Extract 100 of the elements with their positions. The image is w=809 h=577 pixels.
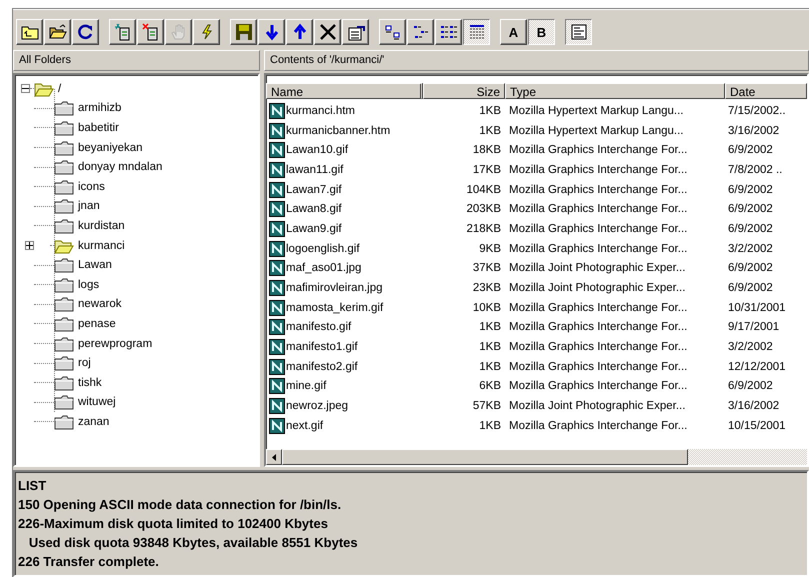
folder-name[interactable]: tishk (78, 376, 102, 389)
file-date: 9/17/2001 (727, 321, 780, 334)
file-name[interactable]: manifesto.gif (286, 321, 352, 334)
file-name[interactable]: newroz.jpeg (286, 400, 348, 412)
file-date: 6/9/2002 (727, 203, 774, 216)
folder-icon (54, 100, 74, 116)
file-type: Mozilla Hypertext Markup Langu... (508, 124, 684, 137)
column-header[interactable]: Type (505, 83, 725, 99)
file-name[interactable]: Lawan7.gif (286, 184, 342, 196)
file-date: 7/8/2002 .. (727, 164, 784, 176)
log-line: LIST (18, 477, 48, 495)
file-icon (269, 280, 285, 296)
file-name[interactable]: logoenglish.gif (286, 242, 360, 255)
folder-icon (54, 218, 74, 234)
left-arrow-icon[interactable] (272, 454, 276, 460)
toolbar-button[interactable] (565, 19, 592, 45)
folder-name[interactable]: jnan (78, 200, 100, 212)
folder-name[interactable]: newarok (78, 298, 122, 310)
file-date: 12/12/2001 (727, 360, 787, 373)
file-date: 7/15/2002.. (727, 104, 787, 117)
file-name[interactable]: mafimirovleiran.jpg (286, 282, 383, 294)
large-icons-view-icon (384, 23, 402, 41)
file-name[interactable]: Lawan10.gif (286, 144, 348, 156)
refresh-icon (76, 23, 94, 41)
file-name[interactable]: kurmanicbanner.htm (286, 124, 390, 137)
file-icon (269, 102, 285, 119)
file-name[interactable]: Lawan9.gif (286, 222, 342, 235)
font-toggle-button[interactable]: A (500, 19, 527, 45)
file-icon (269, 418, 285, 434)
folder-name[interactable]: penase (78, 318, 116, 330)
folder-name[interactable]: roj (78, 357, 91, 370)
folder-name[interactable]: perewprogram (78, 338, 152, 350)
folder-name[interactable]: zanan (78, 416, 110, 428)
folder-name[interactable]: kurmanci (78, 240, 125, 252)
folder-icon (54, 257, 74, 274)
file-name[interactable]: lawan11.gif (286, 164, 344, 176)
scrollbar-thumb[interactable] (282, 449, 688, 465)
file-name[interactable]: next.gif (286, 420, 324, 432)
file-name[interactable]: manifesto2.gif (286, 360, 358, 373)
file-type: Mozilla Graphics Interchange For... (508, 420, 688, 432)
file-size: 1KB (478, 341, 502, 354)
file-size: 10KB (472, 302, 502, 314)
file-type: Mozilla Graphics Interchange For... (508, 184, 688, 196)
file-icon (269, 378, 285, 394)
hand-icon (170, 23, 188, 41)
column-header[interactable]: Name (266, 83, 423, 99)
panel-title: Contents of '/kurmanci/' (264, 50, 809, 71)
file-type: Mozilla Joint Photographic Exper... (508, 400, 686, 412)
file-name[interactable]: manifesto1.gif (286, 341, 358, 354)
file-icon (269, 142, 285, 158)
folder-name[interactable]: armihizb (78, 102, 122, 114)
font-toggle-button[interactable]: B (528, 19, 555, 45)
open-folder-icon (54, 238, 74, 254)
file-date: 10/15/2001 (727, 420, 787, 432)
file-type: Mozilla Graphics Interchange For... (508, 144, 688, 156)
file-size: 1KB (478, 360, 502, 373)
folder-name[interactable]: icons (78, 180, 105, 193)
open-folder-icon (34, 80, 54, 97)
folder-name[interactable]: logs (78, 278, 100, 291)
folder-icon (54, 276, 74, 293)
horizontal-scrollbar[interactable] (266, 449, 807, 465)
column-header[interactable]: Size (423, 83, 505, 99)
details-view-icon (468, 23, 486, 41)
file-date: 3/16/2002 (727, 124, 780, 137)
folder-name[interactable]: / (58, 82, 62, 95)
file-date: 6/9/2002 (727, 144, 774, 156)
file-icon (269, 122, 285, 139)
file-icon (269, 300, 285, 316)
file-name[interactable]: Lawan8.gif (286, 203, 342, 216)
folder-name[interactable]: Lawan (78, 259, 112, 272)
file-size: 23KB (472, 282, 502, 294)
log-line: 226 Transfer complete. (18, 553, 160, 571)
toolbar-button[interactable] (463, 19, 490, 45)
file-date: 6/9/2002 (727, 262, 774, 274)
file-size: 1KB (478, 124, 502, 137)
file-name[interactable]: maf_aso01.jpg (286, 262, 362, 274)
file-name[interactable]: kurmanci.htm (286, 104, 356, 117)
folder-icon (54, 140, 74, 156)
folder-name[interactable]: babetitir (78, 122, 119, 134)
column-header[interactable]: Date (725, 83, 807, 99)
folder-name[interactable]: wituwej (78, 396, 116, 408)
open-folder-icon (48, 23, 66, 41)
file-name[interactable]: mamosta_kerim.gif (286, 302, 384, 314)
folder-name[interactable]: donyay mndalan (78, 161, 162, 174)
file-icon (269, 319, 285, 336)
file-date: 6/9/2002 (727, 184, 774, 196)
file-name[interactable]: mine.gif (286, 380, 326, 392)
file-size: 37KB (472, 262, 502, 274)
file-date: 6/9/2002 (727, 282, 774, 294)
file-icon (269, 182, 285, 198)
folder-icon (54, 120, 74, 136)
file-type: Mozilla Hypertext Markup Langu... (508, 104, 684, 117)
file-size: 218KB (465, 222, 502, 235)
folder-name[interactable]: kurdistan (78, 220, 125, 232)
delete-icon (318, 23, 336, 41)
panel-title: All Folders (13, 50, 260, 71)
folder-name[interactable]: beyaniyekan (78, 142, 143, 154)
small-icons-view-icon (412, 23, 430, 41)
folder-icon (54, 178, 74, 195)
file-type: Mozilla Graphics Interchange For... (508, 164, 688, 176)
